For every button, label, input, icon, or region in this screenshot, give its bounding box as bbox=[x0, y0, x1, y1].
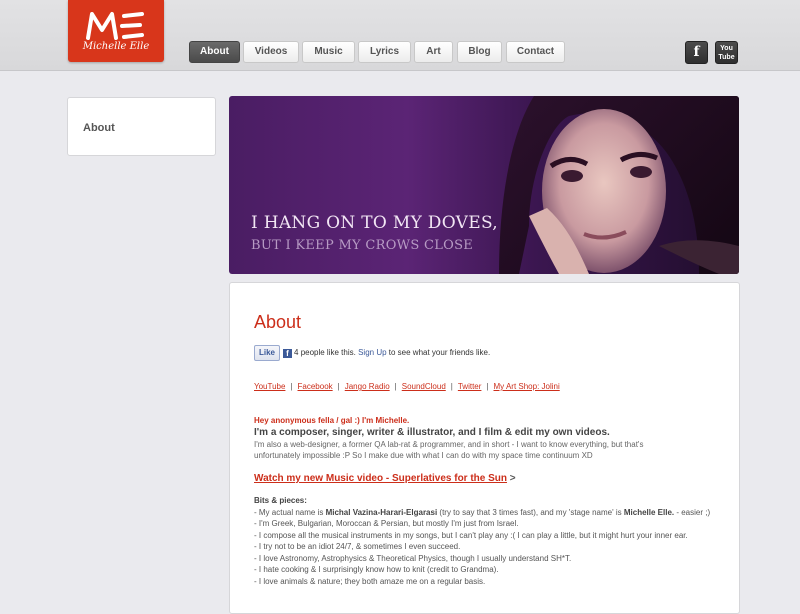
sidebar: About bbox=[67, 97, 216, 156]
link-youtube[interactable]: YouTube bbox=[254, 382, 285, 391]
site-header: Michelle Elle About Videos Music Lyrics … bbox=[0, 0, 800, 71]
lead-text: I'm a composer, singer, writer & illustr… bbox=[254, 427, 610, 438]
watch-arrow: > bbox=[509, 473, 516, 484]
tab-lyrics[interactable]: Lyrics bbox=[358, 41, 411, 63]
link-jango-radio[interactable]: Jango Radio bbox=[345, 382, 390, 391]
facebook-small-icon: f bbox=[283, 348, 293, 358]
tab-art[interactable]: Art bbox=[414, 41, 453, 63]
tab-blog[interactable]: Blog bbox=[457, 41, 502, 63]
like-suffix-text: to see what your friends like. bbox=[388, 348, 491, 358]
sidebar-item-about[interactable]: About bbox=[83, 122, 115, 134]
social-links: YouTube | Facebook | Jango Radio | SoundCloud |… bbox=[254, 382, 560, 391]
bits-and-pieces: Bits & pieces: - My actual name is Micha… bbox=[254, 495, 714, 587]
logo-text: Michelle Elle bbox=[82, 41, 150, 52]
site-logo[interactable]: Michelle Elle bbox=[68, 0, 164, 62]
link-separator: | bbox=[337, 382, 340, 391]
tab-contact[interactable]: Contact bbox=[506, 41, 565, 63]
bit-item: - I hate cooking & I surprisingly know h… bbox=[254, 565, 499, 574]
bits-title: Bits & pieces: bbox=[254, 496, 307, 505]
link-art-shop[interactable]: My Art Shop: Jolini bbox=[494, 382, 560, 391]
like-button[interactable]: Like bbox=[254, 345, 281, 361]
tab-videos[interactable]: Videos bbox=[243, 41, 299, 63]
link-separator: | bbox=[450, 382, 453, 391]
bit-item: - I love animals & nature; they both ama… bbox=[254, 576, 486, 586]
banner-quote-line2: BUT I KEEP MY CROWS CLOSE bbox=[251, 238, 474, 253]
watch-video-row: Watch my new Music video - Superlatives … bbox=[254, 473, 516, 484]
page-title: About bbox=[254, 312, 302, 332]
signup-link[interactable]: Sign Up bbox=[358, 348, 386, 357]
like-count-text: 4 people like this. bbox=[294, 348, 356, 358]
link-separator: | bbox=[290, 382, 293, 391]
facebook-like-bar: Like f 4 people like this. Sign Up to see … bbox=[254, 345, 490, 361]
intro-line: I'm also a web-designer, a former QA lab… bbox=[254, 440, 644, 449]
intro-paragraph: I'm also a web-designer, a former QA lab… bbox=[254, 439, 674, 461]
tab-music[interactable]: Music bbox=[302, 41, 355, 63]
link-separator: | bbox=[486, 382, 489, 391]
bit-item: - I compose all the musical instruments … bbox=[254, 530, 688, 540]
bit-item: - I try not to be an idiot 24/7, & somet… bbox=[254, 542, 461, 551]
intro-line: unfortunately impossible :P So I make du… bbox=[254, 451, 593, 460]
link-soundcloud[interactable]: SoundCloud bbox=[402, 382, 446, 391]
youtube-icon[interactable]: You Tube bbox=[715, 41, 738, 64]
bit-item: - I love Astronomy, Astrophysics & Theor… bbox=[254, 553, 572, 563]
hero-banner: I HANG ON TO MY DOVES, BUT I KEEP MY CRO… bbox=[229, 96, 739, 274]
tab-about[interactable]: About bbox=[189, 41, 240, 63]
me-logo-icon bbox=[86, 12, 144, 40]
link-facebook[interactable]: Facebook bbox=[298, 382, 333, 391]
bit-item: - My actual name is Michal Vazina-Harari… bbox=[254, 507, 711, 517]
bit-item: - I'm Greek, Bulgarian, Moroccan & Persi… bbox=[254, 519, 519, 528]
watch-video-link[interactable]: Watch my new Music video - Superlatives … bbox=[254, 473, 507, 484]
greeting-text: Hey anonymous fella / gal :) I'm Michell… bbox=[254, 416, 410, 425]
link-separator: | bbox=[394, 382, 397, 391]
link-twitter[interactable]: Twitter bbox=[458, 382, 482, 391]
about-content: About Like f 4 people like this. Sign Up t… bbox=[229, 282, 740, 614]
facebook-icon[interactable]: f bbox=[685, 41, 708, 64]
banner-quote-line1: I HANG ON TO MY DOVES, bbox=[251, 213, 499, 233]
